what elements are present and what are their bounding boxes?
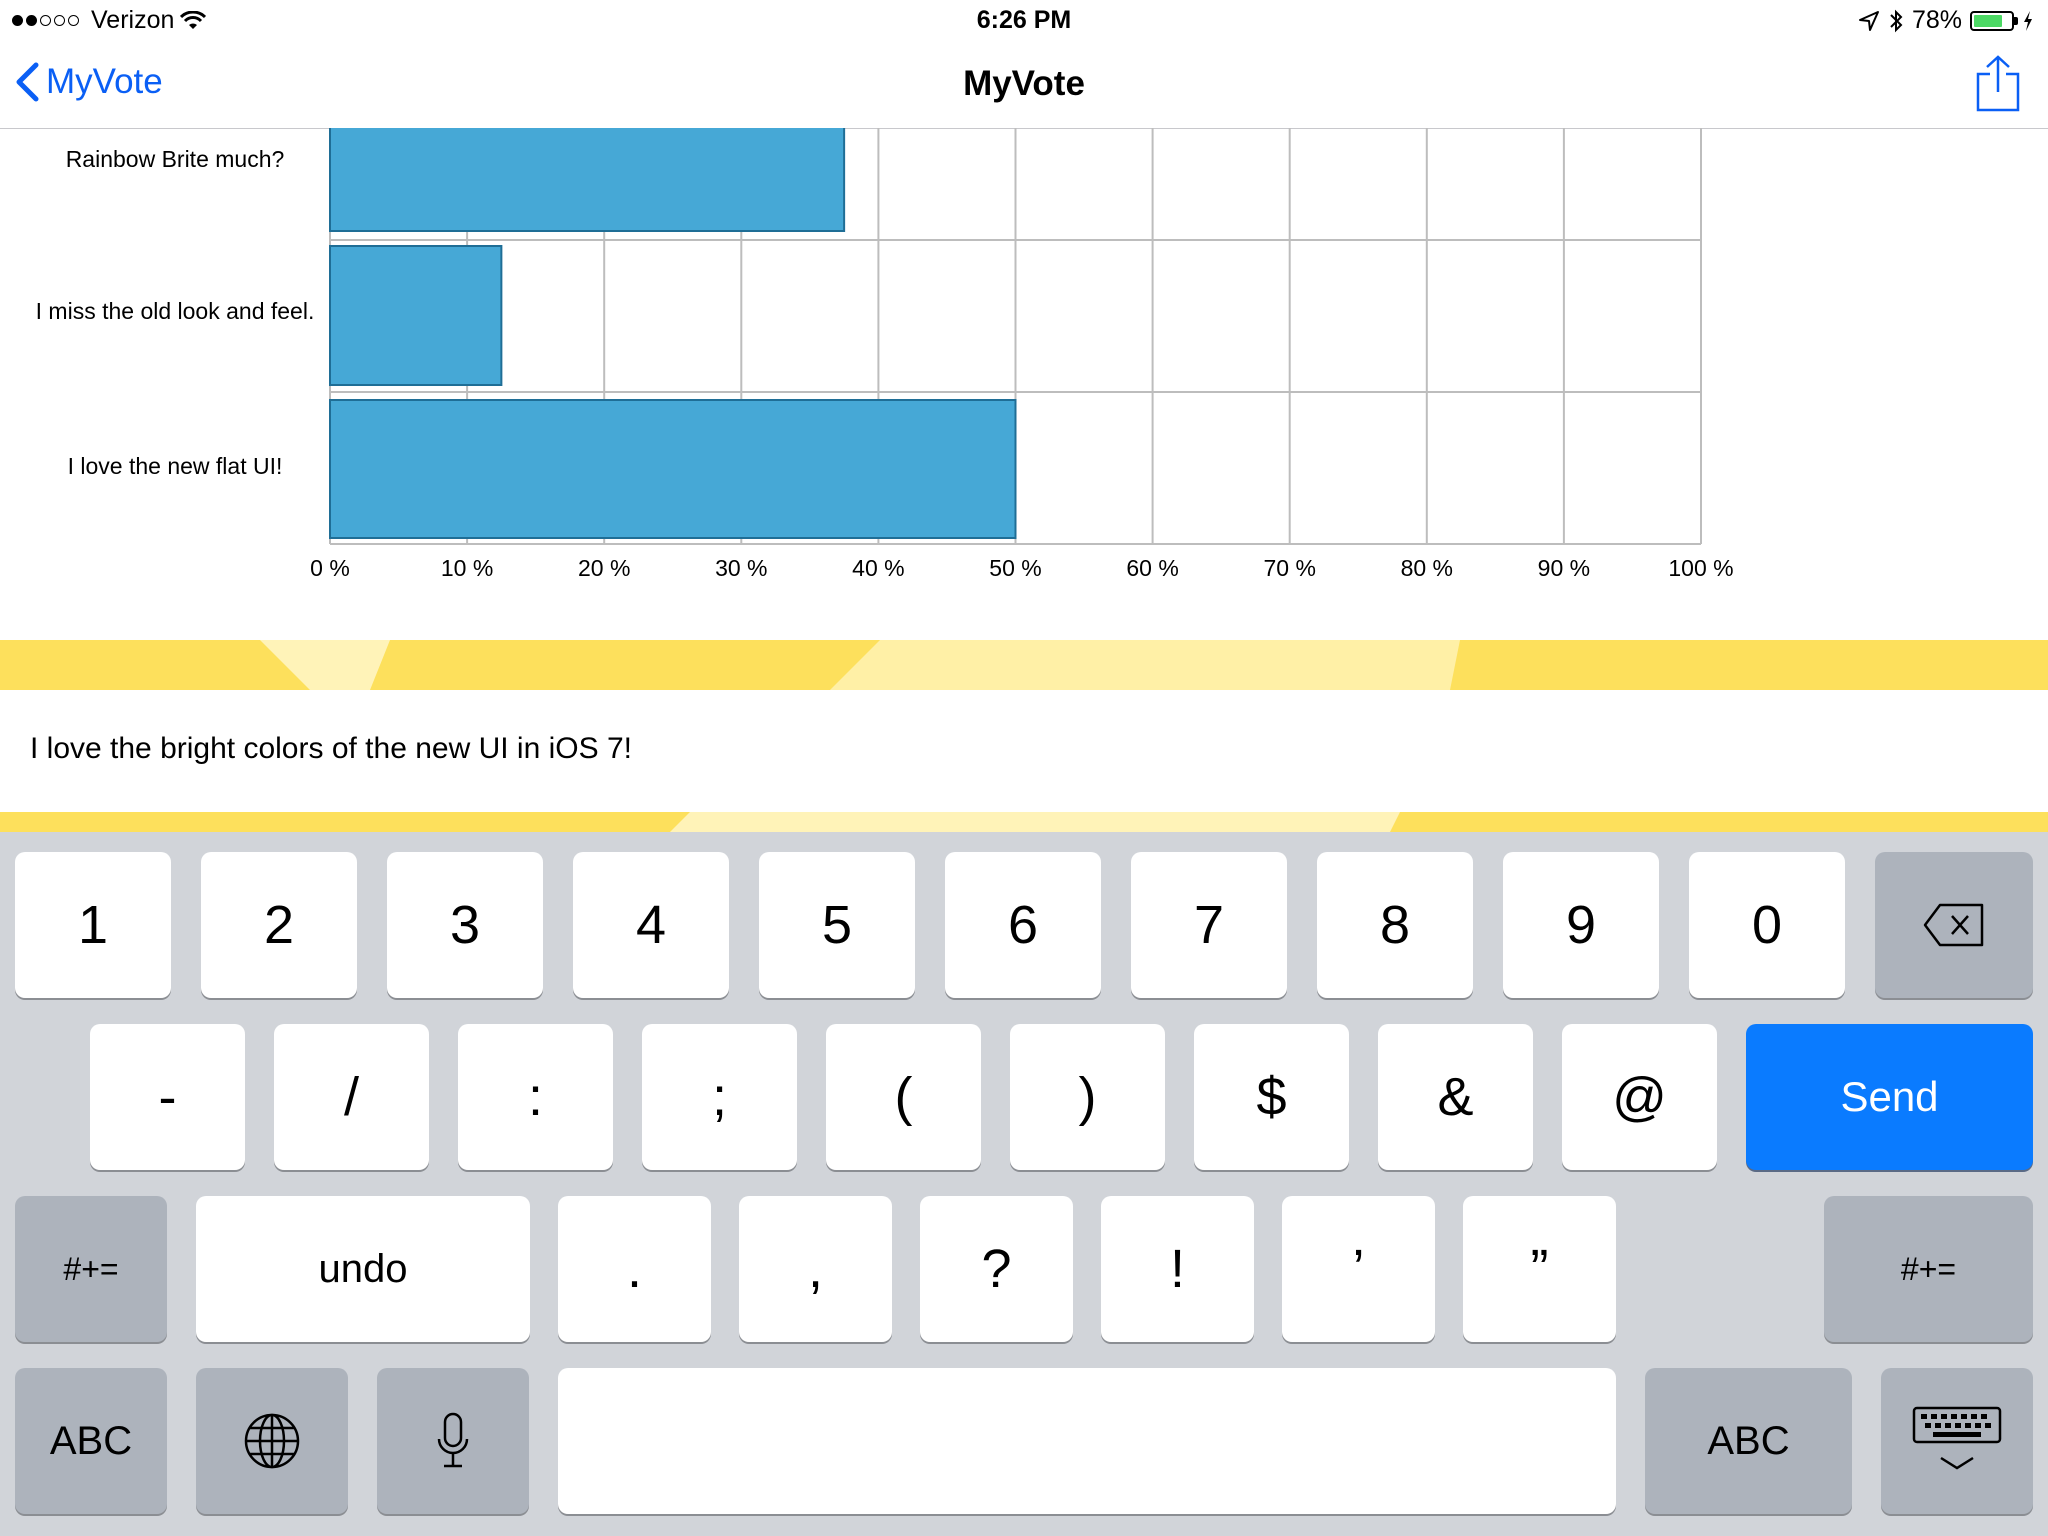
decorative-band xyxy=(0,812,2048,832)
hide-keyboard-key[interactable] xyxy=(1881,1368,2033,1514)
key-hyphen[interactable]: - xyxy=(90,1024,245,1170)
page-title: MyVote xyxy=(963,64,1085,103)
navigation-bar: MyVote MyVote xyxy=(0,40,2048,129)
key-comma[interactable]: , xyxy=(739,1196,892,1342)
bluetooth-icon xyxy=(1890,9,1903,32)
x-tick-label: 100 % xyxy=(1668,555,1733,581)
x-tick-label: 80 % xyxy=(1401,555,1453,581)
keyboard-hide-icon xyxy=(1912,1406,2002,1470)
decorative-band xyxy=(0,640,2048,690)
key-open-paren[interactable]: ( xyxy=(826,1024,981,1170)
x-tick-label: 50 % xyxy=(989,555,1041,581)
x-tick-label: 40 % xyxy=(852,555,904,581)
key-4[interactable]: 4 xyxy=(573,852,729,998)
category-label: Rainbow Brite much? xyxy=(65,146,285,172)
key-3[interactable]: 3 xyxy=(387,852,543,998)
comment-field[interactable]: I love the bright colors of the new UI i… xyxy=(0,690,2048,813)
battery-icon xyxy=(1970,10,2018,31)
key-5[interactable]: 5 xyxy=(759,852,915,998)
bar-chart: 0 % 10 % 20 % 30 % 40 % 50 % 60 % 70 % 80 % 90 % 1… xyxy=(310,128,1734,581)
microphone-icon xyxy=(437,1412,469,1468)
key-colon[interactable]: : xyxy=(458,1024,613,1170)
key-question[interactable]: ? xyxy=(920,1196,1073,1342)
bar xyxy=(329,399,1017,539)
x-tick-label: 0 % xyxy=(310,555,350,581)
abc-key-right[interactable]: ABC xyxy=(1645,1368,1852,1514)
abc-key-left[interactable]: ABC xyxy=(15,1368,167,1514)
space-bar[interactable] xyxy=(558,1368,1616,1514)
x-tick-label: 10 % xyxy=(441,555,493,581)
x-tick-label: 30 % xyxy=(715,555,767,581)
key-dollar[interactable]: $ xyxy=(1194,1024,1349,1170)
key-slash[interactable]: / xyxy=(274,1024,429,1170)
delete-icon xyxy=(1923,903,1984,947)
category-label: I love the new flat UI! xyxy=(67,453,283,479)
key-at[interactable]: @ xyxy=(1562,1024,1717,1170)
charging-icon xyxy=(2024,10,2032,31)
band-pattern xyxy=(670,812,1400,832)
symbols-key-left[interactable]: #+= xyxy=(15,1196,167,1342)
comment-text: I love the bright colors of the new UI i… xyxy=(30,732,632,765)
globe-icon xyxy=(244,1413,300,1469)
send-button[interactable]: Send xyxy=(1746,1024,2033,1170)
x-tick-label: 20 % xyxy=(578,555,630,581)
status-time: 6:26 PM xyxy=(976,6,1072,34)
bar xyxy=(329,245,503,386)
keyboard: 1 2 3 4 5 6 7 8 9 0 - / : ; ( ) $ & @ Se… xyxy=(0,832,2048,1536)
x-tick-label: 60 % xyxy=(1126,555,1178,581)
key-0[interactable]: 0 xyxy=(1689,852,1845,998)
key-exclamation[interactable]: ! xyxy=(1101,1196,1254,1342)
key-6[interactable]: 6 xyxy=(945,852,1101,998)
key-quote[interactable]: ” xyxy=(1463,1196,1616,1342)
globe-key[interactable] xyxy=(196,1368,348,1514)
symbols-key-right[interactable]: #+= xyxy=(1824,1196,2033,1342)
status-bar: Verizon 6:26 PM 78% xyxy=(0,0,2048,40)
band-pattern xyxy=(260,640,1460,690)
key-2[interactable]: 2 xyxy=(201,852,357,998)
x-tick-label: 90 % xyxy=(1538,555,1590,581)
key-7[interactable]: 7 xyxy=(1131,852,1287,998)
status-right: 78% xyxy=(1858,6,2034,35)
results-chart: 0 % 10 % 20 % 30 % 40 % 50 % 60 % 70 % 80 % 90 % 1… xyxy=(0,128,2048,638)
key-close-paren[interactable]: ) xyxy=(1010,1024,1165,1170)
dictation-key[interactable] xyxy=(377,1368,529,1514)
key-9[interactable]: 9 xyxy=(1503,852,1659,998)
key-8[interactable]: 8 xyxy=(1317,852,1473,998)
key-apostrophe[interactable]: ’ xyxy=(1282,1196,1435,1342)
key-semicolon[interactable]: ; xyxy=(642,1024,797,1170)
undo-key[interactable]: undo xyxy=(196,1196,530,1342)
battery-percent: 78% xyxy=(1911,6,1962,34)
key-period[interactable]: . xyxy=(558,1196,711,1342)
bar xyxy=(329,128,846,232)
key-ampersand[interactable]: & xyxy=(1378,1024,1533,1170)
location-icon xyxy=(1858,10,1879,31)
key-1[interactable]: 1 xyxy=(15,852,171,998)
share-icon[interactable] xyxy=(1974,54,2024,114)
category-label: I miss the old look and feel. xyxy=(35,298,315,324)
delete-key[interactable] xyxy=(1875,852,2033,998)
x-tick-label: 70 % xyxy=(1263,555,1315,581)
